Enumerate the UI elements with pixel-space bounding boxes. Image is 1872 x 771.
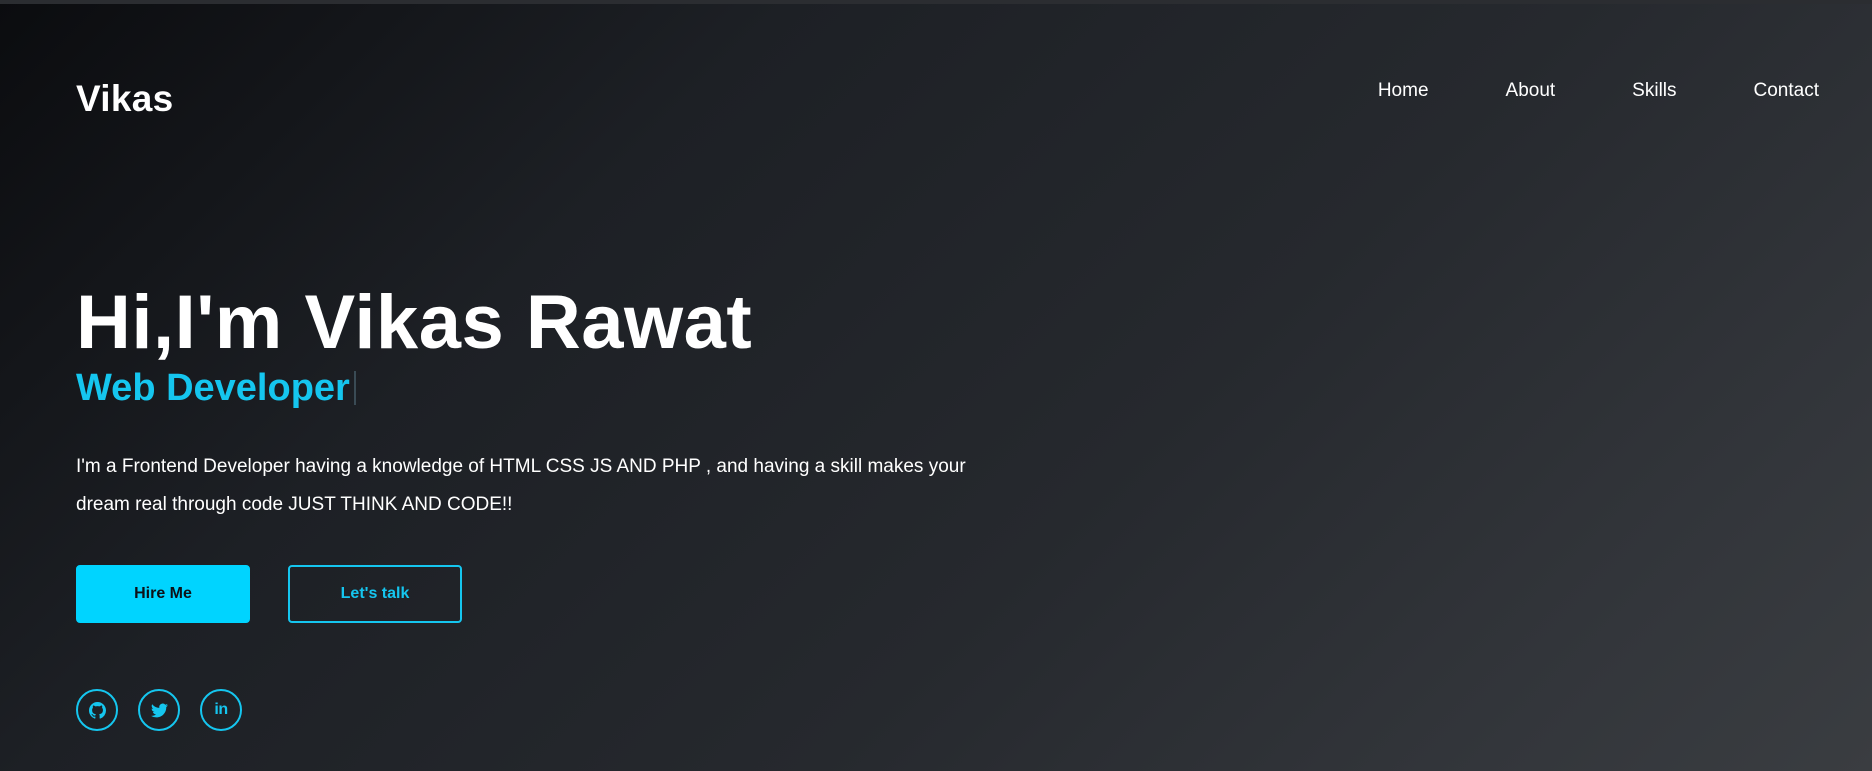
- twitter-link[interactable]: [138, 689, 180, 731]
- linkedin-link[interactable]: in: [200, 689, 242, 731]
- hero-description: I'm a Frontend Developer having a knowle…: [76, 456, 966, 515]
- nav-about-link[interactable]: About: [1506, 79, 1556, 103]
- role-text: Web Developer: [76, 367, 350, 409]
- site-logo[interactable]: Vikas: [76, 80, 174, 117]
- social-links: in: [76, 689, 242, 731]
- twitter-icon: [150, 702, 168, 719]
- hire-me-button[interactable]: Hire Me: [76, 565, 250, 623]
- nav-skills-link[interactable]: Skills: [1632, 79, 1676, 103]
- lets-talk-button[interactable]: Let's talk: [288, 565, 462, 623]
- linkedin-icon: in: [214, 701, 228, 718]
- cta-buttons: Hire Me Let's talk: [76, 565, 462, 623]
- typing-cursor: [353, 371, 356, 405]
- hero-section: Hi,I'm Vikas Rawat Web Developer I'm a F…: [76, 282, 976, 524]
- nav-home-link[interactable]: Home: [1378, 79, 1429, 103]
- main-nav: Home About Skills Contact: [1378, 79, 1819, 103]
- hero-heading: Hi,I'm Vikas Rawat: [76, 280, 753, 365]
- top-border: [0, 0, 1872, 4]
- github-link[interactable]: [76, 689, 118, 731]
- hero-role: Web Developer: [76, 365, 976, 411]
- nav-contact-link[interactable]: Contact: [1754, 79, 1819, 103]
- github-icon: [88, 701, 106, 719]
